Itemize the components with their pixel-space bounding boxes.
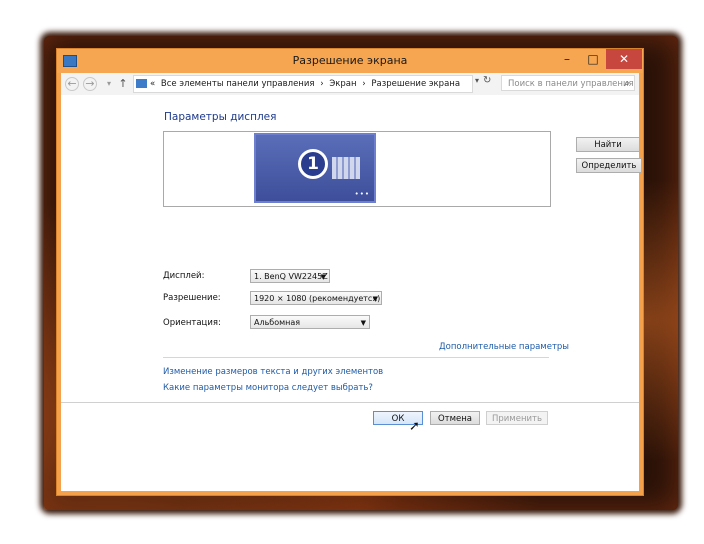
- refresh-icon[interactable]: ↻: [483, 75, 491, 86]
- search-icon[interactable]: ⌕: [624, 76, 630, 92]
- chevron-down-icon: ▼: [360, 319, 366, 327]
- search-placeholder: Поиск в панели управления: [508, 79, 634, 89]
- maximize-button[interactable]: □: [580, 49, 606, 69]
- cancel-button[interactable]: Отмена: [430, 411, 480, 425]
- breadcrumb: « Все элементы панели управления › Экран…: [150, 76, 463, 92]
- page-title: Параметры дисплея: [164, 111, 277, 123]
- chevron-down-icon: ▼: [372, 295, 378, 303]
- forward-arrow-icon[interactable]: →: [83, 77, 97, 91]
- display-select-value: 1. BenQ VW2245Z: [254, 272, 328, 281]
- footer-divider: [61, 402, 639, 403]
- orientation-select[interactable]: Альбомная ▼: [250, 315, 370, 329]
- identify-button[interactable]: Определить: [576, 158, 642, 173]
- control-panel-small-icon: [136, 79, 147, 88]
- close-button[interactable]: ✕: [606, 49, 642, 69]
- detect-button[interactable]: Найти: [576, 137, 640, 152]
- screen-resolution-window: Разрешение экрана – □ ✕ ← → ▾ ↑ « Все эл…: [56, 48, 644, 496]
- up-arrow-icon[interactable]: ↑: [115, 76, 131, 92]
- address-toolbar: ← → ▾ ↑ « Все элементы панели управления…: [61, 73, 639, 95]
- resolution-select[interactable]: 1920 × 1080 (рекомендуется) ▼: [250, 291, 382, 305]
- apply-button[interactable]: Применить: [486, 411, 548, 425]
- mouse-pointer-icon: ➚: [409, 419, 420, 434]
- minimize-button[interactable]: –: [554, 49, 580, 69]
- breadcrumb-screen-resolution[interactable]: Разрешение экрана: [371, 79, 460, 89]
- resolution-select-value: 1920 × 1080 (рекомендуется): [254, 294, 381, 303]
- advanced-settings-link[interactable]: Дополнительные параметры: [439, 342, 569, 352]
- breadcrumb-all-control-panel-items[interactable]: Все элементы панели управления: [161, 79, 315, 89]
- breadcrumb-separator[interactable]: ›: [362, 79, 365, 89]
- monitor-preview-area: 1 ••• Найти Определить: [163, 131, 642, 207]
- orientation-label: Ориентация:: [163, 318, 221, 328]
- title-bar: Разрешение экрана – □ ✕: [57, 49, 643, 73]
- back-arrow-icon[interactable]: ←: [65, 77, 79, 91]
- breadcrumb-separator[interactable]: ›: [320, 79, 323, 89]
- divider: [163, 357, 549, 358]
- main-content: Параметры дисплея 1 ••• Найти Определить…: [61, 95, 642, 491]
- resolution-label: Разрешение:: [163, 293, 221, 303]
- address-field[interactable]: « Все элементы панели управления › Экран…: [133, 75, 473, 93]
- chevron-down-icon: ▼: [320, 273, 326, 281]
- monitor-settings-help-link[interactable]: Какие параметры монитора следует выбрать…: [163, 383, 373, 393]
- address-dropdown-icon[interactable]: ▾: [475, 76, 479, 85]
- monitor-1-thumbnail[interactable]: 1 •••: [254, 133, 376, 203]
- display-label: Дисплей:: [163, 271, 205, 281]
- start-tiles-icon: [332, 157, 360, 179]
- display-select[interactable]: 1. BenQ VW2245Z ▼: [250, 269, 330, 283]
- text-size-link[interactable]: Изменение размеров текста и других элеме…: [163, 367, 383, 377]
- breadcrumb-overflow[interactable]: «: [150, 79, 155, 89]
- monitor-dots: •••: [354, 190, 370, 198]
- search-input[interactable]: Поиск в панели управления ⌕: [501, 75, 635, 91]
- monitor-number: 1: [298, 149, 328, 179]
- orientation-select-value: Альбомная: [254, 318, 301, 327]
- breadcrumb-display[interactable]: Экран: [329, 79, 356, 89]
